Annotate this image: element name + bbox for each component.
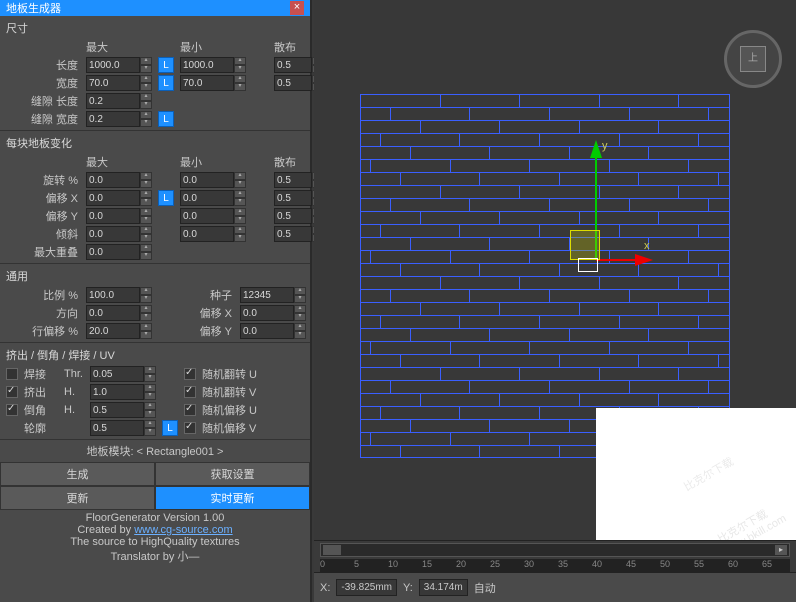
ofy-spinner[interactable]: ▴▾	[240, 323, 310, 339]
ofx-spinner[interactable]: ▴▾	[240, 305, 310, 321]
flipv-label: 随机翻转 V	[202, 384, 322, 400]
transform-gizmo[interactable]: y x	[540, 140, 660, 290]
section-extrude: 挤出 / 倒角 / 焊接 / UV 焊接 Thr. ▴▾ 随机翻转 U 挤出 H…	[0, 343, 310, 440]
update-button[interactable]: 更新	[0, 486, 155, 510]
auto-label: 自动	[474, 580, 496, 596]
window-title: 地板生成器	[6, 0, 61, 16]
timeline[interactable]: ▸ 05101520253035404550556065	[314, 540, 796, 572]
module-value[interactable]: < Rectangle001 >	[137, 446, 224, 458]
credits: FloorGenerator Version 1.00 Created by w…	[0, 510, 310, 566]
extrude-label: 挤出	[24, 384, 62, 400]
scale-spinner[interactable]: ▴▾	[86, 287, 156, 303]
tilt-min[interactable]: ▴▾	[180, 226, 250, 242]
gap-width-label: 缝隙 宽度	[6, 111, 84, 127]
rowoff-label: 行偏移 %	[6, 323, 84, 339]
gen-title: 通用	[0, 266, 310, 286]
source-link[interactable]: www.cg-source.com	[134, 524, 232, 536]
y-axis-label: y	[602, 140, 608, 152]
weld-label: 焊接	[24, 366, 62, 382]
width-max-spinner[interactable]: ▴▾	[86, 75, 156, 91]
offu-label: 随机偏移 U	[202, 402, 322, 418]
coord-x[interactable]: -39.825mm	[336, 579, 397, 596]
offx-max[interactable]: ▴▾	[86, 190, 156, 206]
col-min: 最小	[180, 39, 250, 55]
section-variation: 每块地板变化 最大 最小 散布 旋转 % ▴▾ ▴▾ ▴▾ 偏移 X ▴▾ L …	[0, 131, 310, 264]
rot-min[interactable]: ▴▾	[180, 172, 250, 188]
get-settings-button[interactable]: 获取设置	[155, 462, 310, 486]
flipu-label: 随机翻转 U	[202, 366, 322, 382]
dir-label: 方向	[6, 305, 84, 321]
timeline-scrollbar[interactable]: ▸	[320, 543, 790, 557]
dir-spinner[interactable]: ▴▾	[86, 305, 156, 321]
seed-label: 种子	[158, 287, 238, 303]
offv-checkbox[interactable]	[184, 422, 196, 434]
length-min-spinner[interactable]: ▴▾	[180, 57, 250, 73]
ext-title: 挤出 / 倒角 / 焊接 / UV	[0, 345, 310, 365]
lock-icon[interactable]: L	[158, 190, 174, 206]
y-axis-arrow-icon[interactable]	[590, 140, 602, 158]
xy-plane-handle[interactable]	[570, 230, 600, 260]
offv-label: 随机偏移 V	[202, 420, 322, 436]
timeline-ruler[interactable]: 05101520253035404550556065	[320, 559, 790, 573]
weld-thr[interactable]: ▴▾	[90, 366, 160, 382]
selection-box	[578, 258, 598, 272]
bevel-label: 倒角	[24, 402, 62, 418]
lock-icon[interactable]: L	[158, 75, 174, 91]
weld-checkbox[interactable]	[6, 368, 18, 380]
scrollbar-thumb[interactable]	[323, 545, 341, 555]
coord-y[interactable]: 34.174m	[419, 579, 468, 596]
extrude-checkbox[interactable]	[6, 386, 18, 398]
gap-width-spinner[interactable]: ▴▾	[86, 111, 156, 127]
flipu-checkbox[interactable]	[184, 368, 196, 380]
bevel-h[interactable]: ▴▾	[90, 402, 160, 418]
flipv-checkbox[interactable]	[184, 386, 196, 398]
overlap-label: 最大重叠	[6, 244, 84, 260]
scale-label: 比例 %	[6, 287, 84, 303]
offu-checkbox[interactable]	[184, 404, 196, 416]
rot-max[interactable]: ▴▾	[86, 172, 156, 188]
bevel-checkbox[interactable]	[6, 404, 18, 416]
size-title: 尺寸	[0, 18, 310, 38]
rot-label: 旋转 %	[6, 172, 84, 188]
extrude-h[interactable]: ▴▾	[90, 384, 160, 400]
width-label: 宽度	[6, 75, 84, 91]
statusbar: X: -39.825mm Y: 34.174m 自动	[314, 572, 796, 602]
titlebar[interactable]: 地板生成器 ×	[0, 0, 310, 16]
rowoff-spinner[interactable]: ▴▾	[86, 323, 156, 339]
lock-icon[interactable]: L	[158, 57, 174, 73]
outline-label: 轮廓	[24, 420, 62, 436]
gap-length-spinner[interactable]: ▴▾	[86, 93, 156, 109]
offy-max[interactable]: ▴▾	[86, 208, 156, 224]
offx-label: 偏移 X	[6, 190, 84, 206]
tilt-max[interactable]: ▴▾	[86, 226, 156, 242]
seed-spinner[interactable]: ▴▾	[240, 287, 310, 303]
gap-length-label: 缝隙 长度	[6, 93, 84, 109]
section-general: 通用 比例 % ▴▾ 种子 ▴▾ 方向 ▴▾ 偏移 X ▴▾ 行偏移 % ▴▾ …	[0, 264, 310, 343]
floor-generator-panel: 地板生成器 × 尺寸 最大 最小 散布 长度 ▴▾ L ▴▾ ▴▾ 宽度 ▴▾ …	[0, 0, 312, 602]
section-size: 尺寸 最大 最小 散布 长度 ▴▾ L ▴▾ ▴▾ 宽度 ▴▾ L ▴▾ ▴▾ …	[0, 16, 310, 131]
viewcube[interactable]: 上	[724, 30, 782, 88]
viewcube-face[interactable]: 上	[740, 46, 766, 72]
x-axis-label: x	[644, 240, 650, 252]
lock-icon[interactable]: L	[158, 111, 174, 127]
length-label: 长度	[6, 57, 84, 73]
var-title: 每块地板变化	[0, 133, 310, 153]
offx-min[interactable]: ▴▾	[180, 190, 250, 206]
offy-label: 偏移 Y	[6, 208, 84, 224]
width-min-spinner[interactable]: ▴▾	[180, 75, 250, 91]
scroll-right-icon[interactable]: ▸	[775, 545, 787, 555]
tilt-label: 倾斜	[6, 226, 84, 242]
ofy-label: 偏移 Y	[158, 323, 238, 339]
module-row: 地板模块: < Rectangle001 >	[0, 440, 310, 462]
overlap-spinner[interactable]: ▴▾	[86, 244, 156, 260]
length-max-spinner[interactable]: ▴▾	[86, 57, 156, 73]
generate-button[interactable]: 生成	[0, 462, 155, 486]
close-icon[interactable]: ×	[290, 1, 304, 15]
live-update-button[interactable]: 实时更新	[155, 486, 310, 510]
ofx-label: 偏移 X	[158, 305, 238, 321]
col-max: 最大	[86, 39, 156, 55]
lock-icon[interactable]: L	[162, 420, 178, 436]
outline-spinner[interactable]: ▴▾	[90, 420, 160, 436]
offy-min[interactable]: ▴▾	[180, 208, 250, 224]
